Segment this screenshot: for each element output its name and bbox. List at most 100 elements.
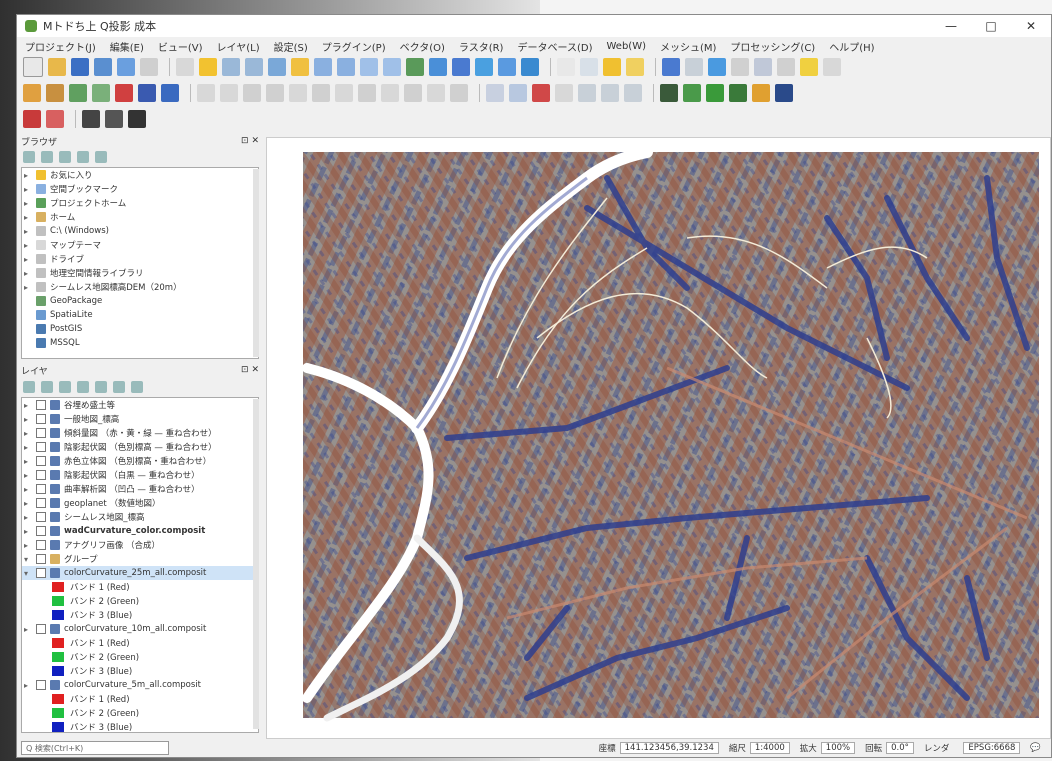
move-feature-icon[interactable] bbox=[312, 84, 330, 102]
render-toggle[interactable]: レンダ bbox=[924, 742, 950, 754]
show-bookmarks-icon[interactable] bbox=[475, 58, 493, 76]
layer-item[interactable]: ▸ wadCurvature_color.composit bbox=[22, 524, 258, 538]
layer-visibility-checkbox[interactable] bbox=[36, 498, 46, 508]
remove-layer-icon[interactable] bbox=[131, 381, 143, 393]
identify-features-icon[interactable] bbox=[557, 58, 575, 76]
deselect-icon[interactable] bbox=[626, 58, 644, 76]
map-canvas[interactable] bbox=[266, 137, 1051, 739]
layer-item[interactable]: ▸ 陰影起伏図 （白黒 — 重ね合わせ） bbox=[22, 468, 258, 482]
layer-item[interactable]: ▸ geoplanet （数値地図） bbox=[22, 496, 258, 510]
layer-item[interactable]: ▸ シームレス地図_標高 bbox=[22, 510, 258, 524]
expand-arrow-icon[interactable]: ▸ bbox=[24, 443, 32, 452]
label-highlight-icon[interactable] bbox=[532, 84, 550, 102]
expand-arrow-icon[interactable]: ▸ bbox=[24, 241, 32, 250]
messages-icon[interactable]: 💬 bbox=[1030, 743, 1041, 753]
terrain-plugin-icon[interactable] bbox=[683, 84, 701, 102]
rotation-field[interactable]: 0.0° bbox=[886, 742, 914, 754]
legend-band-item[interactable]: バンド 3 (Blue) bbox=[22, 608, 258, 622]
identify-icon[interactable] bbox=[662, 58, 680, 76]
crs-field[interactable]: EPSG:6668 bbox=[963, 742, 1021, 754]
expand-arrow-icon[interactable]: ▸ bbox=[24, 485, 32, 494]
refresh-icon[interactable] bbox=[521, 58, 539, 76]
expand-arrow-icon[interactable]: ▸ bbox=[24, 227, 32, 236]
select-features-icon[interactable] bbox=[603, 58, 621, 76]
paste-feature-icon[interactable] bbox=[404, 84, 422, 102]
bookmark-icon[interactable] bbox=[452, 58, 470, 76]
menu-processing[interactable]: プロセッシング(C) bbox=[730, 39, 815, 54]
legend-band-item[interactable]: バンド 1 (Red) bbox=[22, 692, 258, 706]
legend-band-item[interactable]: バンド 2 (Green) bbox=[22, 706, 258, 720]
add-raster-layer-icon[interactable] bbox=[69, 84, 87, 102]
statistics-icon[interactable] bbox=[731, 58, 749, 76]
maximize-button[interactable]: □ bbox=[971, 15, 1011, 37]
edit-toggle-icon[interactable] bbox=[197, 84, 215, 102]
layer-item[interactable]: ▸ 曲率解析図 （凹凸 — 重ね合わせ） bbox=[22, 482, 258, 496]
legend-band-item[interactable]: バンド 3 (Blue) bbox=[22, 720, 258, 732]
add-mesh-layer-icon[interactable] bbox=[92, 84, 110, 102]
add-group-icon[interactable] bbox=[41, 381, 53, 393]
plugin-grid-icon[interactable] bbox=[105, 110, 123, 128]
plugin-red-icon[interactable] bbox=[23, 110, 41, 128]
layer-item[interactable]: ▸ 赤色立体図 （色別標高・重ね合わせ） bbox=[22, 454, 258, 468]
layer-visibility-checkbox[interactable] bbox=[36, 680, 46, 690]
expand-arrow-icon[interactable]: ▸ bbox=[24, 415, 32, 424]
refresh-icon[interactable] bbox=[23, 151, 35, 163]
browser-item[interactable]: ▸ ホーム bbox=[22, 210, 258, 224]
legend-band-item[interactable]: バンド 2 (Green) bbox=[22, 650, 258, 664]
layer-visibility-checkbox[interactable] bbox=[36, 428, 46, 438]
undo-icon[interactable] bbox=[427, 84, 445, 102]
browser-item[interactable]: ▸ お気に入り bbox=[22, 168, 258, 182]
expand-arrow-icon[interactable]: ▸ bbox=[24, 269, 32, 278]
new-3d-map-view-icon[interactable] bbox=[429, 58, 447, 76]
legend-band-item[interactable]: バンド 1 (Red) bbox=[22, 636, 258, 650]
browser-item[interactable]: GeoPackage bbox=[22, 294, 258, 308]
menu-help[interactable]: ヘルプ(H) bbox=[829, 39, 874, 54]
open-attribute-table-icon[interactable] bbox=[580, 58, 598, 76]
expand-arrow-icon[interactable]: ▸ bbox=[24, 457, 32, 466]
python-plugin-icon[interactable] bbox=[752, 84, 770, 102]
pan-icon[interactable] bbox=[176, 58, 194, 76]
layer-visibility-checkbox[interactable] bbox=[36, 414, 46, 424]
expand-arrow-icon[interactable]: ▸ bbox=[24, 681, 32, 690]
browser-item[interactable]: SpatiaLite bbox=[22, 308, 258, 322]
redo-icon[interactable] bbox=[450, 84, 468, 102]
expand-arrow-icon[interactable]: ▸ bbox=[24, 255, 32, 264]
label-move-icon[interactable] bbox=[578, 84, 596, 102]
expand-arrow-icon[interactable]: ▸ bbox=[24, 499, 32, 508]
open-layer-styling-icon[interactable] bbox=[23, 381, 35, 393]
layout-manager-icon[interactable] bbox=[117, 58, 135, 76]
zoom-full-icon[interactable] bbox=[268, 58, 286, 76]
expand-arrow-icon[interactable]: ▸ bbox=[24, 471, 32, 480]
plugin-pink-icon[interactable] bbox=[46, 110, 64, 128]
collapse-all-icon[interactable] bbox=[113, 381, 125, 393]
filter-icon[interactable] bbox=[59, 151, 71, 163]
expand-arrow-icon[interactable]: ▾ bbox=[24, 569, 32, 578]
expand-all-icon[interactable] bbox=[95, 381, 107, 393]
layer-visibility-checkbox[interactable] bbox=[36, 484, 46, 494]
layer-visibility-checkbox[interactable] bbox=[36, 512, 46, 522]
plugin-tool-icon[interactable] bbox=[82, 110, 100, 128]
layer-group[interactable]: ▾ グループ bbox=[22, 552, 258, 566]
profile-plugin-icon[interactable] bbox=[706, 84, 724, 102]
add-geopackage-icon[interactable] bbox=[138, 84, 156, 102]
delete-feature-icon[interactable] bbox=[335, 84, 353, 102]
coordinate-field[interactable]: 141.123456,39.1234 bbox=[619, 742, 719, 754]
layer-visibility-checkbox[interactable] bbox=[36, 400, 46, 410]
legend-band-item[interactable]: バンド 3 (Blue) bbox=[22, 664, 258, 678]
digitize-icon[interactable] bbox=[243, 84, 261, 102]
add-spatialite-icon[interactable] bbox=[161, 84, 179, 102]
layer-visibility-checkbox[interactable] bbox=[36, 526, 46, 536]
expand-arrow-icon[interactable]: ▸ bbox=[24, 527, 32, 536]
layer-item[interactable]: ▸ colorCurvature_10m_all.composit bbox=[22, 622, 258, 636]
style-manager-icon[interactable] bbox=[140, 58, 158, 76]
save-project-icon[interactable] bbox=[71, 58, 89, 76]
label-rotate-icon[interactable] bbox=[601, 84, 619, 102]
zoom-native-icon[interactable] bbox=[337, 58, 355, 76]
data-source-manager-icon[interactable] bbox=[23, 84, 41, 102]
expand-arrow-icon[interactable]: ▸ bbox=[24, 213, 32, 222]
browser-item[interactable]: ▸ 地理空間情報ライブラリ bbox=[22, 266, 258, 280]
zoom-to-selection-icon[interactable] bbox=[291, 58, 309, 76]
browser-item[interactable]: ▸ C:\ (Windows) bbox=[22, 224, 258, 238]
add-feature-icon[interactable] bbox=[289, 84, 307, 102]
swap-arrows-icon[interactable] bbox=[128, 110, 146, 128]
